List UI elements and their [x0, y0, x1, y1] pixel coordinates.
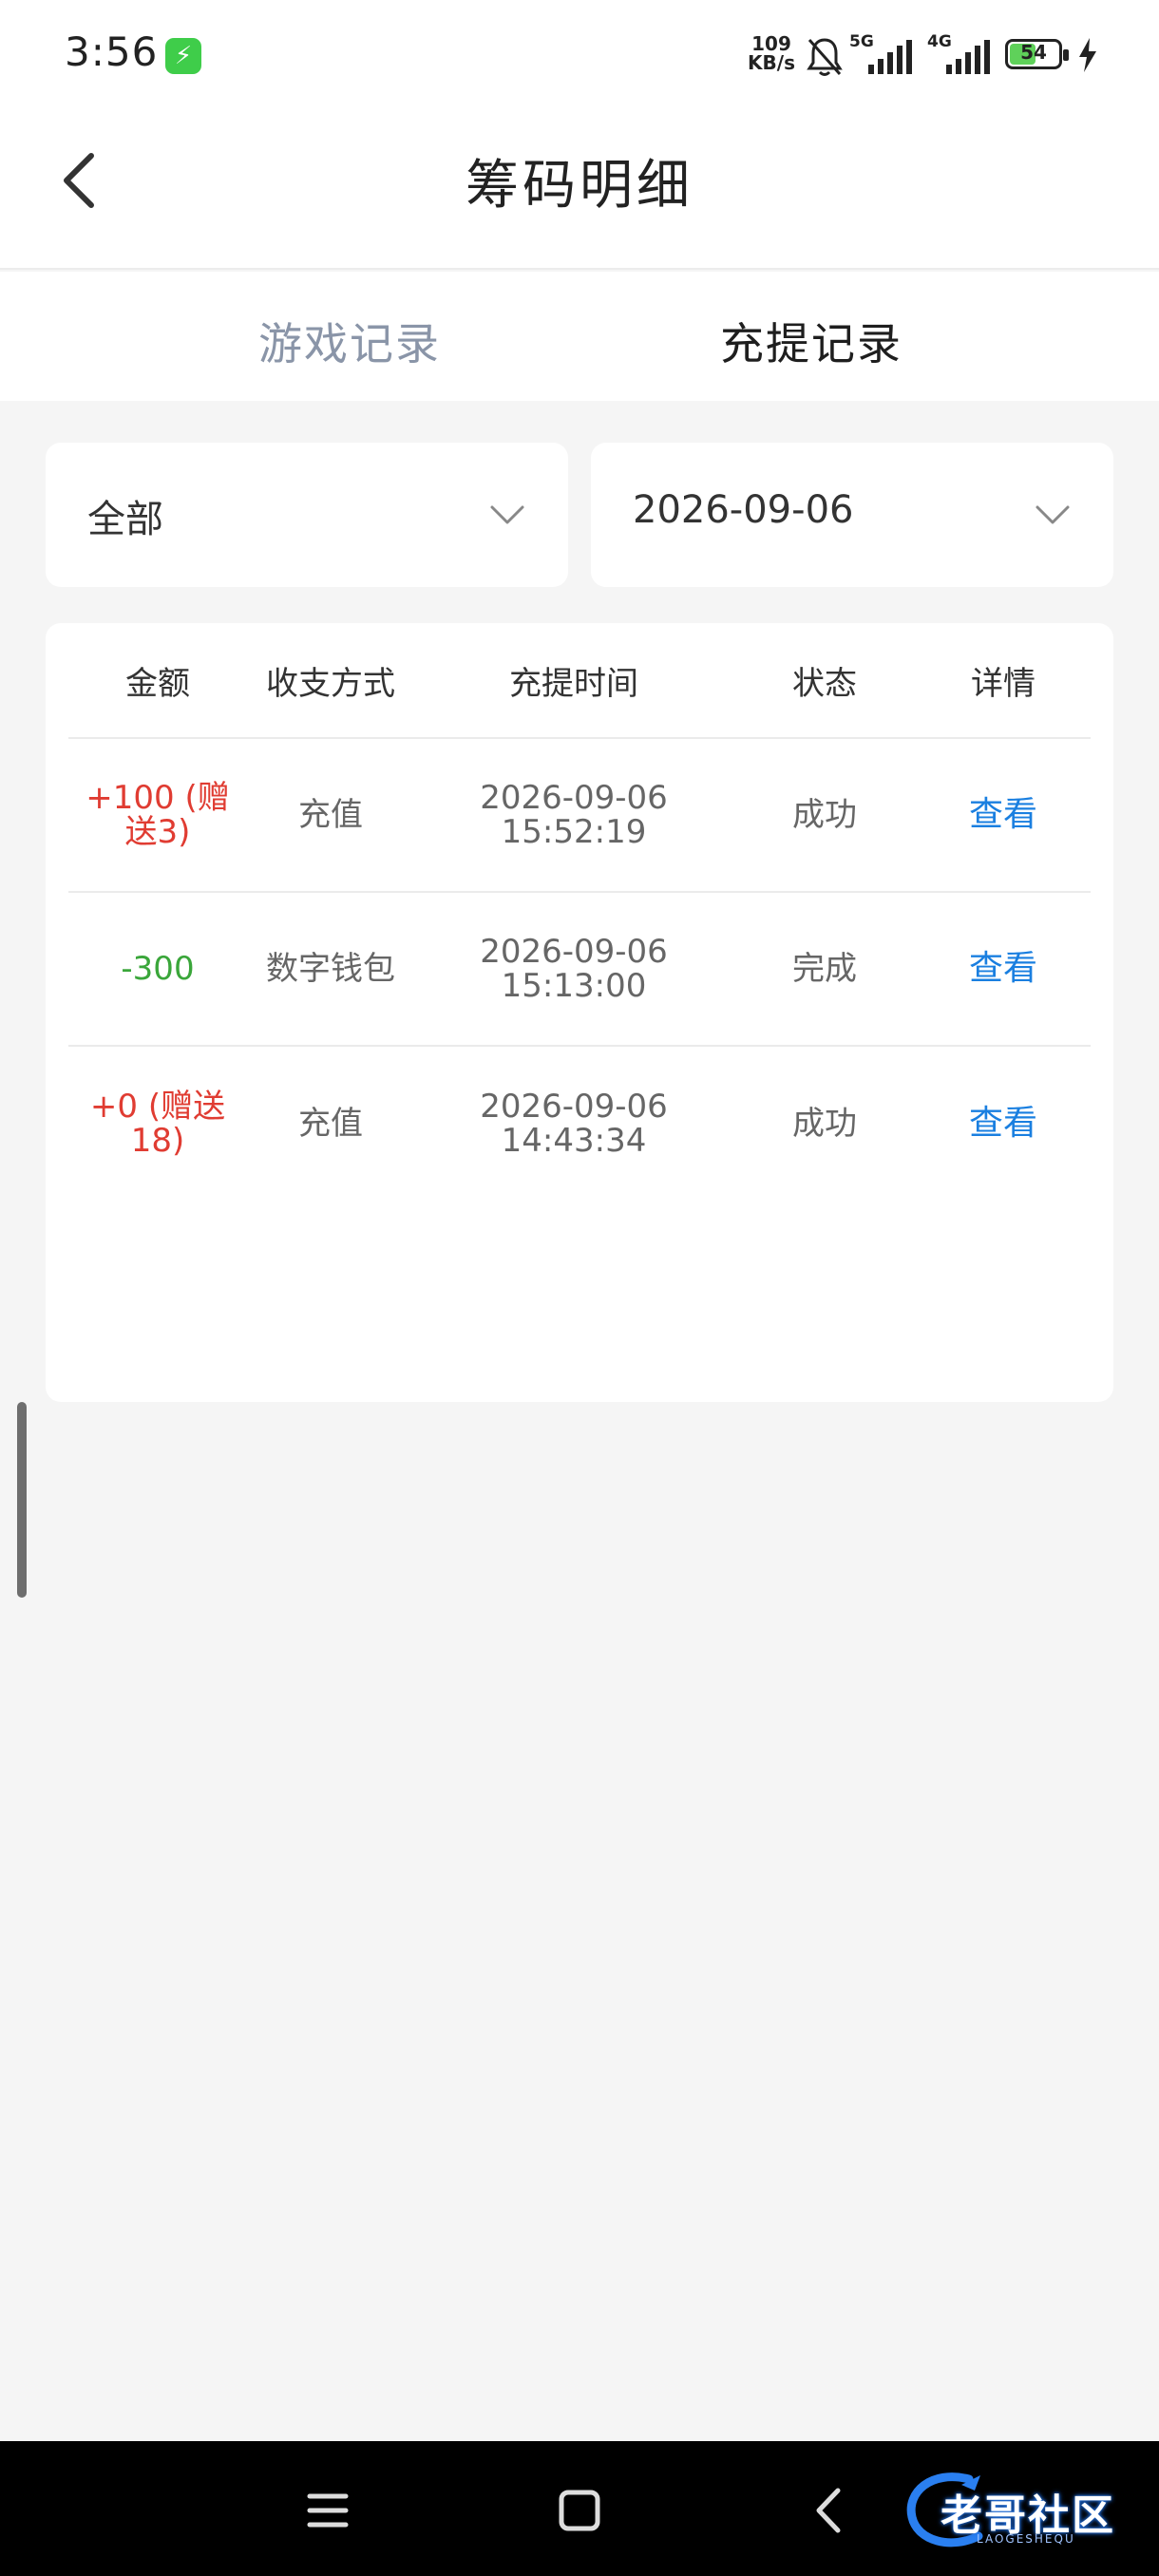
column-header-status: 状态	[792, 664, 857, 703]
row-method: 充值	[298, 796, 363, 834]
column-header-detail: 详情	[971, 664, 1036, 703]
records-table: 金额 收支方式 充提时间 状态 详情 +100 (赠送3) 充值 2026-09…	[46, 623, 1113, 1402]
row-view-link[interactable]: 查看	[916, 739, 1091, 891]
row-time-date: 2026-09-06	[480, 933, 668, 971]
row-time: 2026-09-06 15:13:00	[414, 893, 733, 1045]
row-status: 完成	[792, 950, 857, 988]
row-time-clock: 14:43:34	[501, 1122, 647, 1160]
signal-icon-1	[868, 40, 912, 74]
row-amount: +100 (赠送3)	[86, 779, 230, 851]
app-header: 筹码明细	[0, 112, 1159, 270]
row-time: 2026-09-06 14:43:34	[414, 1047, 733, 1201]
watermark-logo: 老哥社区 LAOGESHEQU	[902, 2466, 1150, 2553]
row-amount: +0 (赠送18)	[89, 1088, 226, 1160]
column-header-amount: 金额	[125, 664, 190, 703]
row-method: 数字钱包	[266, 950, 395, 988]
network-speed-unit: KB/s	[748, 51, 795, 74]
mute-bell-icon	[807, 38, 843, 76]
column-header-time: 充提时间	[509, 664, 638, 703]
status-bar: 3:56 ⚡ 109 KB/s 5G 4G 54	[0, 0, 1159, 112]
row-time-clock: 15:13:00	[501, 967, 647, 1005]
row-time-clock: 15:52:19	[501, 813, 647, 851]
table-header-row: 金额 收支方式 充提时间 状态 详情	[68, 623, 1091, 739]
row-status: 成功	[792, 796, 857, 834]
row-method: 充值	[298, 1105, 363, 1143]
menu-icon	[307, 2493, 349, 2528]
home-square-icon	[559, 2490, 600, 2531]
row-view-link[interactable]: 查看	[916, 893, 1091, 1045]
battery-cap	[1063, 49, 1069, 61]
column-header-method: 收支方式	[266, 664, 395, 703]
nav-back-button[interactable]	[798, 2477, 864, 2544]
row-time-date: 2026-09-06	[480, 779, 668, 817]
network-speed: 109 KB/s	[743, 34, 800, 72]
record-tabs: 游戏记录 充提记录	[0, 272, 1159, 401]
battery-icon: 54	[1005, 39, 1069, 69]
watermark-subtext: LAOGESHEQU	[977, 2532, 1075, 2546]
date-filter-dropdown[interactable]: 2026-09-06	[591, 443, 1113, 587]
charging-app-icon: ⚡	[165, 38, 201, 74]
row-status: 成功	[792, 1105, 857, 1143]
type-filter-dropdown[interactable]: 全部	[46, 443, 568, 587]
table-row: -300 数字钱包 2026-09-06 15:13:00 完成 查看	[68, 893, 1091, 1047]
chevron-down-icon	[1036, 505, 1070, 524]
type-filter-value: 全部	[87, 498, 163, 541]
row-amount: -300	[121, 950, 195, 988]
battery-level: 54	[1020, 41, 1047, 64]
tab-game-records[interactable]: 游戏记录	[258, 310, 441, 372]
page-title: 筹码明细	[466, 155, 694, 217]
table-row: +0 (赠送18) 充值 2026-09-06 14:43:34 成功 查看	[68, 1047, 1091, 1201]
status-time: 3:56	[65, 28, 159, 75]
date-filter-value: 2026-09-06	[633, 488, 854, 532]
row-view-link[interactable]: 查看	[916, 1047, 1091, 1201]
home-button[interactable]	[546, 2477, 613, 2544]
recent-apps-button[interactable]	[294, 2477, 361, 2544]
table-row: +100 (赠送3) 充值 2026-09-06 15:52:19 成功 查看	[68, 739, 1091, 893]
signal-icon-2	[946, 40, 990, 74]
network-speed-value: 109	[751, 32, 791, 55]
chevron-down-icon	[490, 505, 524, 524]
tab-recharge-records[interactable]: 充提记录	[720, 310, 902, 372]
scroll-indicator[interactable]	[17, 1402, 27, 1598]
row-time-date: 2026-09-06	[480, 1088, 668, 1126]
charging-bolt-icon	[1079, 38, 1096, 72]
back-arrow-icon	[816, 2488, 841, 2533]
row-time: 2026-09-06 15:52:19	[414, 739, 733, 891]
